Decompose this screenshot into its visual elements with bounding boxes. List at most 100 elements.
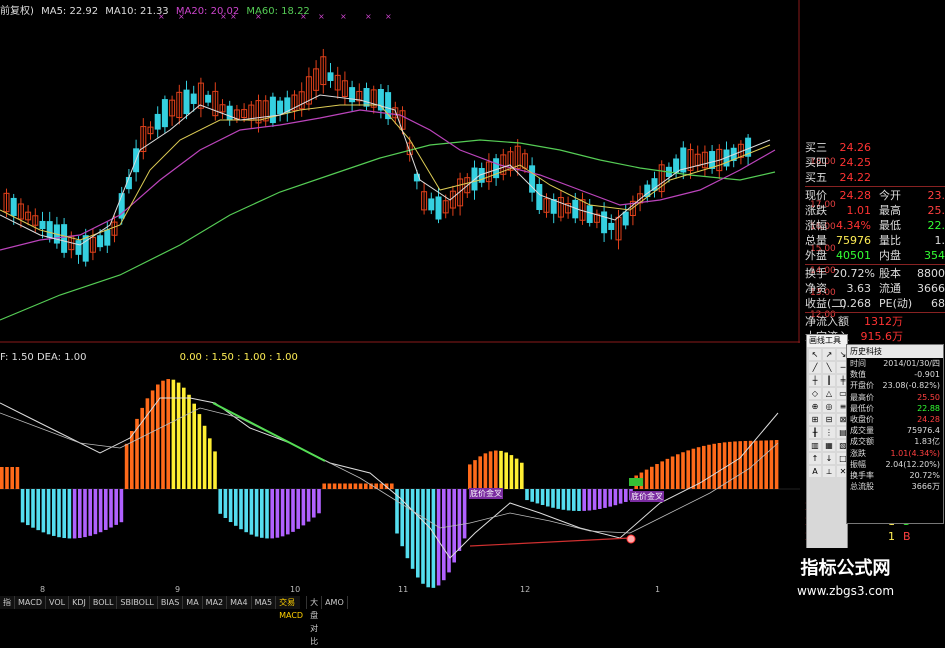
macd-bar (405, 489, 410, 559)
ma-legend: 前复权) MA5: 22.92 MA10: 21.33 MA20: 20.02 … (0, 2, 314, 17)
macd-bar (166, 379, 170, 489)
indicator-tab[interactable]: MA4 (227, 596, 252, 609)
indicator-tab[interactable]: MA5 (252, 596, 277, 609)
draw-tool-icon[interactable]: ╫ (809, 427, 821, 438)
info-window-title: 历史科技 (847, 345, 943, 358)
tick-side: B (903, 530, 911, 543)
time-axis-label: 8 (40, 585, 46, 594)
info-row: 涨跌 1.01(4.34%) (847, 448, 943, 459)
macd-bar (665, 458, 670, 489)
draw-tool-icon[interactable]: ◇ (809, 388, 821, 399)
quote-row: 现价 24.28 今开 23. (805, 188, 945, 203)
macd-bar (702, 445, 706, 489)
candle-body (39, 220, 46, 230)
signal-marker: × (318, 12, 325, 21)
price-chart[interactable]: × × × × × × × × × × (0, 0, 800, 343)
indicator-tab[interactable]: 交易MACD (276, 596, 308, 620)
macd-bar (197, 414, 202, 489)
candle-body (97, 235, 104, 248)
bar-info-window[interactable]: 历史科技 时间 2014/01/30/四 数值 -0.901 开盘价 23.08(-0.8… (846, 344, 944, 524)
indicator-tab[interactable]: MA (183, 596, 203, 609)
quote-value: 354 (924, 249, 945, 262)
macd-bar (462, 489, 467, 539)
macd-bar (650, 466, 654, 489)
candle-body (709, 151, 716, 169)
draw-tool-icon[interactable]: ╱ (809, 362, 821, 373)
macd-bar (738, 441, 742, 489)
macd-chart[interactable] (0, 343, 800, 593)
quote-value: 68 (931, 297, 945, 310)
draw-tool-icon[interactable]: ◎ (823, 401, 835, 412)
candle-body (327, 72, 334, 81)
macd-bar (104, 489, 108, 530)
draw-tool-icon[interactable]: ↖ (809, 349, 821, 360)
draw-tool-icon[interactable]: ▥ (809, 440, 821, 451)
macd-bar (400, 489, 404, 547)
draw-tool-icon[interactable]: ↑ (809, 453, 821, 464)
quote-row: 买三 24.26 (805, 140, 945, 155)
macd-bar (244, 489, 248, 533)
macd-bar (62, 489, 66, 539)
macd-bar (182, 387, 186, 489)
indicator-tab[interactable]: 大盘对比 (307, 596, 323, 646)
macd-bar (202, 425, 207, 489)
indicator-tab[interactable]: VOL (46, 596, 70, 609)
info-key: 最低价 (850, 403, 874, 413)
indicator-tab[interactable]: BOLL (90, 596, 118, 609)
macd-bar (296, 489, 300, 529)
draw-tool-icon[interactable]: ⊟ (823, 414, 835, 425)
indicator-tab[interactable]: 指 (0, 596, 15, 609)
macd-bar (260, 489, 264, 538)
draw-tool-icon[interactable]: ┼ (809, 375, 821, 386)
indicator-tab[interactable]: MACD (15, 596, 46, 609)
macd-bar (681, 452, 685, 489)
indicator-tab[interactable]: KDJ (69, 596, 90, 609)
toolbox-title: 画线工具 (807, 335, 847, 347)
draw-tool-icon[interactable]: ↓ (823, 453, 835, 464)
draw-tool-icon[interactable]: ┃ (823, 375, 835, 386)
tick-volume: 1 (888, 530, 895, 543)
quote-label: 外盘 (805, 249, 827, 262)
candle-body (161, 99, 168, 128)
draw-tool-icon[interactable]: ⟂ (823, 466, 835, 477)
macd-bar (670, 456, 675, 489)
quote-label: 买三 (805, 141, 827, 154)
info-value: 1.01(4.34%) (890, 448, 940, 458)
macd-bar (598, 489, 602, 509)
quote-value: 20.72% (833, 267, 875, 280)
quote-value: 40501 (836, 249, 871, 262)
draw-tool-icon[interactable]: ⋮ (823, 427, 835, 438)
indicator-tab[interactable]: SBIBOLL (117, 596, 158, 609)
draw-tool-icon[interactable]: ⊕ (809, 401, 821, 412)
macd-bar (327, 483, 332, 489)
quote-value: 75976 (836, 234, 871, 247)
macd-bar (618, 489, 623, 504)
draw-tool-icon[interactable]: A (809, 466, 821, 477)
quote-value: 24.22 (839, 171, 872, 184)
info-key: 开盘价 (850, 381, 874, 391)
indicator-tab[interactable]: MA2 (203, 596, 228, 609)
quote-row: 买五 24.22 (805, 170, 945, 185)
macd-bar (348, 483, 352, 489)
macd-bar (499, 450, 503, 489)
draw-tool-icon[interactable]: ▦ (823, 440, 835, 451)
macd-bar (286, 489, 290, 535)
info-key: 换手率 (850, 471, 874, 481)
macd-bar (743, 440, 748, 489)
draw-tool-icon[interactable]: ╲ (823, 362, 835, 373)
macd-bar (171, 379, 176, 489)
draw-tool-icon[interactable]: ⊞ (809, 414, 821, 425)
candle-body (622, 211, 629, 226)
info-value: 75976.4 (906, 426, 940, 436)
macd-bar (660, 461, 664, 489)
macd-bar (624, 489, 628, 502)
draw-tool-icon[interactable]: △ (823, 388, 835, 399)
indicator-tab[interactable]: AMO (322, 596, 348, 609)
draw-tool-icon[interactable]: ↗ (823, 349, 835, 360)
drawing-toolbox[interactable]: 画线工具 ↖ ↗ ↘ ╱ ╲ ─ ┼ ┃ ╪ ◇ △ ▭ ⊕ ◎ ≡ ⊞ ⊟ ⊠ ╫ ⋮ ▤ ▥ ▦ ▧ ↑ ↓ □ A ⟂ ✕ (806, 334, 849, 568)
indicator-tab[interactable]: BIAS (158, 596, 184, 609)
macd-bar (520, 462, 524, 489)
candle-body (550, 199, 557, 214)
quote-label: 最高 (879, 204, 901, 217)
info-row: 总流股 3666万 (847, 481, 943, 492)
